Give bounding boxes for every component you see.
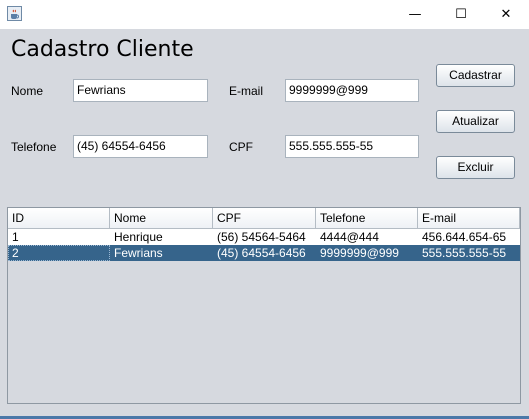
nome-label: Nome: [11, 84, 44, 98]
table-cell: 4444@444: [320, 230, 379, 244]
table-row-selected[interactable]: 2 Fewrians (45) 64554-6456 9999999@999 5…: [8, 245, 520, 261]
email-label: E-mail: [229, 84, 264, 98]
java-cup-icon: [7, 6, 22, 21]
table-cell: 456.644.654-65: [422, 230, 507, 244]
table-header: ID Nome CPF Telefone E-mail: [8, 208, 520, 229]
cpf-field[interactable]: 555.555.555-55: [285, 135, 419, 158]
clients-table: ID Nome CPF Telefone E-mail 1 Henrique (…: [7, 207, 521, 404]
table-row[interactable]: 1 Henrique (56) 54564-5464 4444@444 456.…: [8, 229, 520, 245]
table-cell: 1: [12, 230, 19, 244]
table-cell: Henrique: [114, 230, 163, 244]
minimize-button[interactable]: —: [395, 0, 435, 29]
table-cell: Fewrians: [114, 246, 163, 260]
close-button[interactable]: ✕: [486, 0, 526, 29]
page-title: Cadastro Cliente: [11, 37, 194, 62]
window-titlebar: — ☐ ✕: [0, 0, 529, 29]
table-cell: 2: [8, 245, 110, 261]
excluir-button[interactable]: Excluir: [436, 156, 515, 179]
maximize-button[interactable]: ☐: [441, 0, 481, 29]
column-header-telefone[interactable]: Telefone: [316, 208, 418, 228]
table-cell: 9999999@999: [320, 246, 399, 260]
cadastrar-button[interactable]: Cadastrar: [436, 64, 515, 87]
column-header-email[interactable]: E-mail: [418, 208, 520, 228]
column-header-nome[interactable]: Nome: [110, 208, 213, 228]
email-field[interactable]: 9999999@999: [285, 79, 419, 102]
column-header-id[interactable]: ID: [8, 208, 110, 228]
table-cell: (56) 54564-5464: [217, 230, 306, 244]
nome-field[interactable]: Fewrians: [73, 79, 208, 102]
atualizar-button[interactable]: Atualizar: [436, 110, 515, 133]
table-cell: (45) 64554-6456: [217, 246, 306, 260]
table-cell: 555.555.555-55: [422, 246, 507, 260]
telefone-label: Telefone: [11, 140, 57, 154]
cpf-label: CPF: [229, 140, 253, 154]
column-header-cpf[interactable]: CPF: [213, 208, 316, 228]
telefone-field[interactable]: (45) 64554-6456: [73, 135, 208, 158]
